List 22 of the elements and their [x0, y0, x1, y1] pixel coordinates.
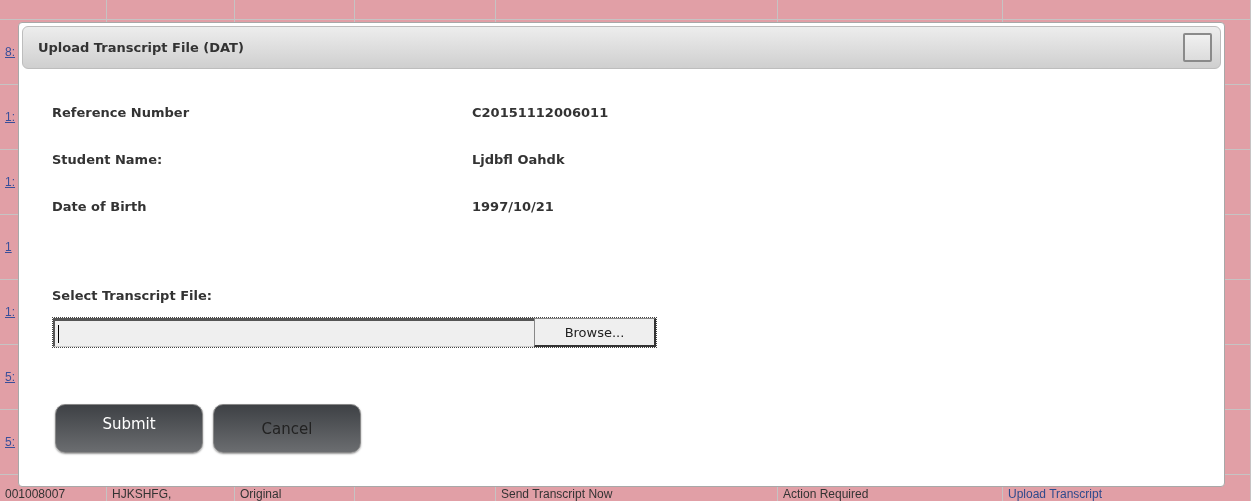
field-label: Student Name: — [52, 152, 164, 167]
table-link[interactable]: Upload Transcript — [1008, 488, 1103, 501]
cancel-button[interactable]: Cancel — [213, 404, 361, 453]
field-value: C20151112006011 — [472, 105, 609, 120]
file-input-field[interactable] — [53, 318, 534, 347]
row-link[interactable]: 5: — [5, 370, 15, 384]
row-link[interactable]: 1: — [5, 175, 15, 189]
field-label: Date of Birth — [52, 199, 148, 214]
text-cursor — [58, 324, 59, 343]
row-link[interactable]: 1 — [5, 240, 12, 254]
submit-button[interactable]: Submit — [55, 404, 203, 453]
browse-button[interactable]: Browse... — [534, 318, 656, 347]
close-button[interactable] — [1183, 33, 1212, 62]
row-link[interactable]: 1: — [5, 305, 15, 319]
field-label: Select Transcript File: — [52, 288, 213, 303]
field-value: 1997/10/21 — [472, 199, 554, 214]
row-link[interactable]: 1: — [5, 110, 15, 124]
row-link[interactable]: 8: — [5, 45, 15, 59]
field-label: Reference Number — [52, 105, 191, 120]
field-value: Ljdbfl Oahdk — [472, 152, 565, 167]
row-link[interactable]: 5: — [5, 435, 15, 449]
dialog-title: Upload Transcript File (DAT) — [38, 40, 244, 55]
